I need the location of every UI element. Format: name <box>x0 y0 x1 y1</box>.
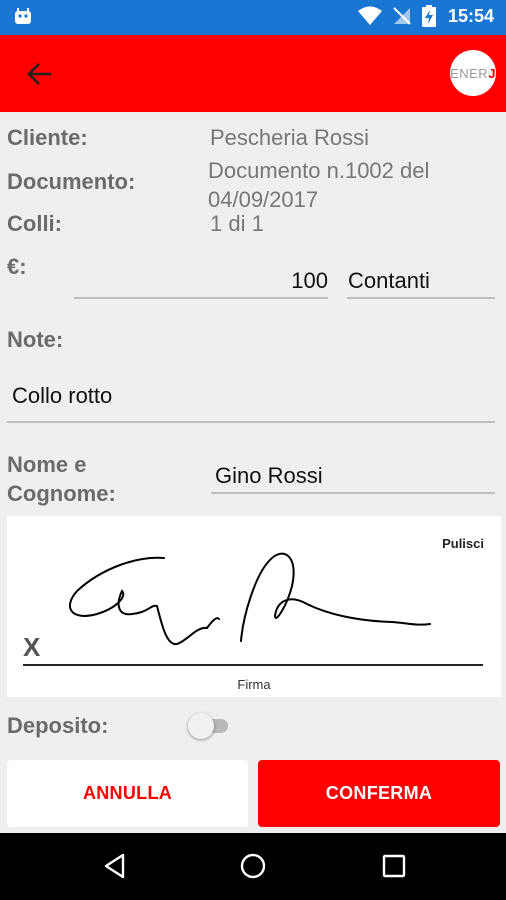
cancel-button[interactable]: ANNULLA <box>7 760 248 827</box>
nome-label-line-1: Nome e <box>7 452 87 477</box>
toggle-thumb <box>188 713 214 739</box>
amount-underline <box>74 297 328 299</box>
navigation-bar <box>0 833 506 900</box>
amount-label: €: <box>7 254 27 279</box>
nome-label: Nome e Cognome: <box>7 450 116 508</box>
colli-value: 1 di 1 <box>210 211 264 236</box>
signature-x-mark: X <box>23 632 41 662</box>
recents-square-icon[interactable] <box>379 851 409 881</box>
back-triangle-icon[interactable] <box>100 851 130 881</box>
status-time: 15:54 <box>447 5 494 26</box>
logo-text: ENER <box>450 65 489 81</box>
documento-line-1: Documento n.1002 del <box>208 158 430 183</box>
confirm-button[interactable]: CONFERMA <box>258 760 500 827</box>
android-icon <box>15 8 31 24</box>
signature-stroke <box>68 552 431 646</box>
note-label: Note: <box>7 327 64 352</box>
battery-charging-icon <box>421 5 436 27</box>
wifi-icon <box>357 6 382 25</box>
documento-value: Documento n.1002 del 04/09/2017 <box>208 156 429 214</box>
cliente-label: Cliente: <box>7 125 88 150</box>
no-sim-icon <box>393 7 411 25</box>
company-logo: ENER J <box>450 50 496 96</box>
deposito-label: Deposito: <box>7 713 109 738</box>
nome-input[interactable]: Gino Rossi <box>215 463 323 489</box>
amount-input[interactable]: 100 <box>74 268 328 294</box>
deposito-toggle[interactable] <box>188 712 234 740</box>
signature-pad[interactable]: Pulisci X Firma <box>7 516 501 697</box>
note-underline <box>7 421 495 423</box>
payment-method-select[interactable]: Contanti <box>348 268 430 294</box>
logo-accent: J <box>488 65 496 81</box>
documento-label: Documento: <box>7 169 136 194</box>
arrow-left-icon[interactable] <box>22 57 56 91</box>
note-input[interactable]: Collo rotto <box>12 383 112 409</box>
signature-caption: Firma <box>237 677 271 692</box>
documento-line-2: 04/09/2017 <box>208 187 319 212</box>
nome-label-line-2: Cognome: <box>7 481 116 506</box>
payment-underline <box>347 297 495 299</box>
signature-line <box>23 664 483 666</box>
nome-underline <box>211 492 495 494</box>
status-bar: 15:54 <box>0 0 506 35</box>
cliente-value: Pescheria Rossi <box>210 125 369 150</box>
colli-label: Colli: <box>7 211 62 236</box>
app-bar: ENER J <box>0 35 506 112</box>
home-circle-icon[interactable] <box>238 851 268 881</box>
